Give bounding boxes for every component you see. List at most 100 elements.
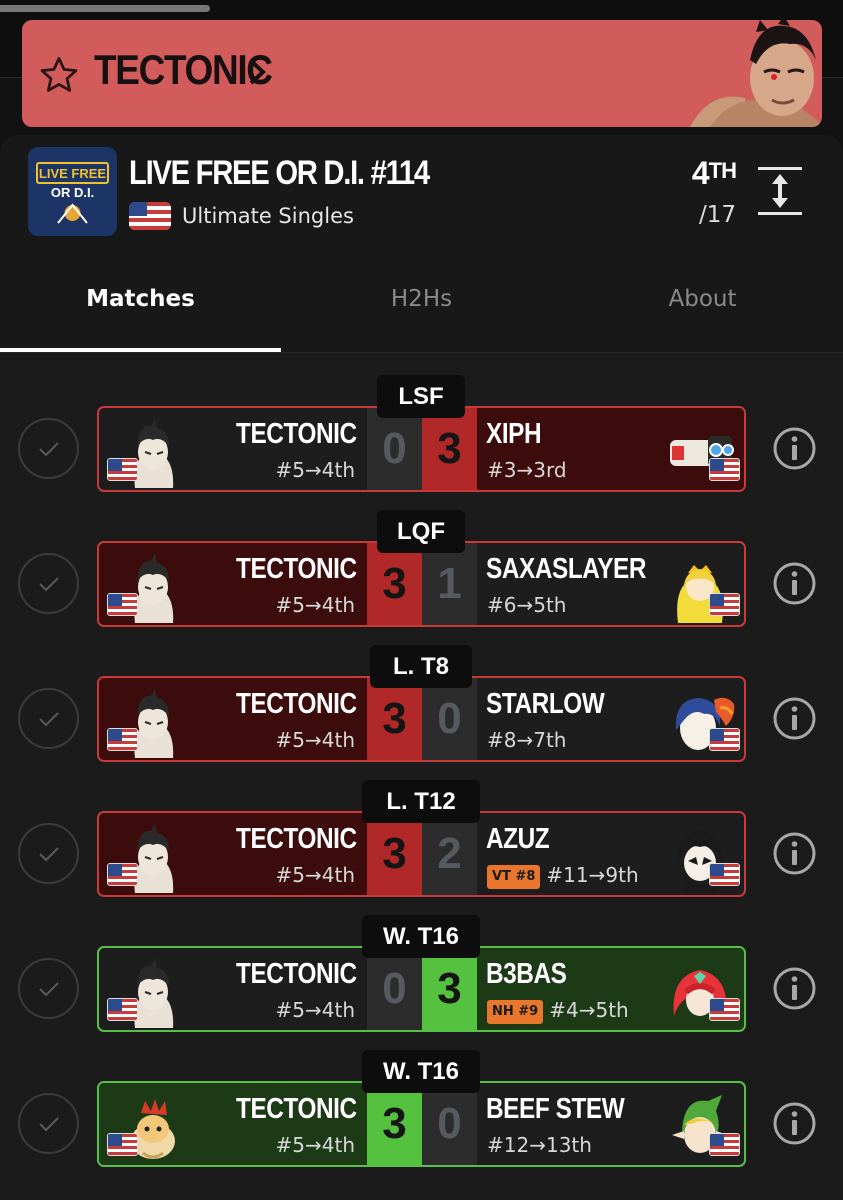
character-portrait bbox=[690, 20, 822, 127]
match-card[interactable]: TECTONIC #5→4th 0 3 XIPH #3→3rd bbox=[97, 406, 746, 492]
match-card[interactable]: TECTONIC #5→4th 3 2 AZUZ VT #8 #11→9th bbox=[97, 811, 746, 897]
match-card[interactable]: TECTONIC #5→4th 3 1 SAXASLAYER #6→5th bbox=[97, 541, 746, 627]
info-icon[interactable] bbox=[772, 561, 817, 606]
player-right: AZUZ VT #8 #11→9th bbox=[477, 813, 744, 895]
star-outline-icon[interactable] bbox=[38, 54, 80, 96]
expand-collapse-icon[interactable] bbox=[752, 162, 808, 220]
info-icon[interactable] bbox=[772, 426, 817, 471]
score-left: 3 bbox=[367, 678, 422, 760]
player-left: TECTONIC #5→4th bbox=[99, 543, 367, 625]
player-left: TECTONIC #5→4th bbox=[99, 1083, 367, 1165]
score-left: 3 bbox=[367, 1083, 422, 1165]
score-right: 2 bbox=[422, 813, 477, 895]
match-row[interactable]: TECTONIC #5→4th 3 1 SAXASLAYER #6→5th LQF bbox=[0, 508, 843, 643]
logo-text-top: LIVE FREE bbox=[39, 166, 107, 181]
opponent-seed: #12→13th bbox=[487, 1133, 592, 1157]
check-icon[interactable] bbox=[18, 688, 79, 749]
us-flag-icon bbox=[709, 728, 740, 751]
round-label: L. T8 bbox=[370, 645, 472, 688]
player-name[interactable]: TECTONIC bbox=[236, 1093, 357, 1126]
logo-text-bottom: OR D.I. bbox=[51, 185, 94, 200]
player-right: SAXASLAYER #6→5th bbox=[477, 543, 744, 625]
info-icon[interactable] bbox=[772, 831, 817, 876]
check-icon[interactable] bbox=[18, 823, 79, 884]
info-icon[interactable] bbox=[772, 1101, 817, 1146]
match-row[interactable]: TECTONIC #5→4th 0 3 B3BAS NH #9 #4→5th W. T16 bbox=[0, 913, 843, 1048]
player-seed: #5→4th bbox=[275, 593, 355, 617]
player-name[interactable]: TECTONIC bbox=[236, 553, 357, 586]
info-icon[interactable] bbox=[772, 696, 817, 741]
us-flag-icon bbox=[107, 998, 138, 1021]
opponent-name[interactable]: BEEF STEW bbox=[486, 1093, 625, 1126]
score-left: 3 bbox=[367, 813, 422, 895]
opponent-name[interactable]: XIPH bbox=[486, 418, 542, 451]
opponent-name[interactable]: SAXASLAYER bbox=[486, 553, 646, 586]
match-card[interactable]: TECTONIC #5→4th 3 0 STARLOW #8→7th bbox=[97, 676, 746, 762]
us-flag-icon bbox=[107, 728, 138, 751]
score-right: 3 bbox=[422, 408, 477, 490]
info-icon[interactable] bbox=[772, 966, 817, 1011]
us-flag-icon bbox=[709, 998, 740, 1021]
player-name[interactable]: TECTONIC bbox=[236, 823, 357, 856]
us-flag-icon bbox=[709, 1133, 740, 1156]
player-seed: #5→4th bbox=[275, 863, 355, 887]
placing: 4TH bbox=[691, 155, 737, 191]
tournament-logo: LIVE FREE OR D.I. bbox=[28, 147, 117, 236]
check-icon[interactable] bbox=[18, 418, 79, 479]
tab-matches[interactable]: Matches bbox=[0, 286, 281, 312]
us-flag-icon bbox=[709, 863, 740, 886]
check-icon[interactable] bbox=[18, 1093, 79, 1154]
round-label: W. T16 bbox=[362, 915, 480, 958]
score-right: 0 bbox=[422, 1083, 477, 1165]
score-right: 1 bbox=[422, 543, 477, 625]
tab-h2hs[interactable]: H2Hs bbox=[281, 286, 562, 312]
match-row[interactable]: TECTONIC #5→4th 3 0 STARLOW #8→7th L. T8 bbox=[0, 643, 843, 778]
player-left: TECTONIC #5→4th bbox=[99, 408, 367, 490]
player-left: TECTONIC #5→4th bbox=[99, 948, 367, 1030]
opponent-seed: #8→7th bbox=[487, 728, 567, 752]
player-seed: #5→4th bbox=[275, 458, 355, 482]
round-label: L. T12 bbox=[362, 780, 480, 823]
match-row[interactable]: TECTONIC #5→4th 0 3 XIPH #3→3rd LSF bbox=[0, 373, 843, 508]
player-banner[interactable]: TECTONIC bbox=[22, 20, 822, 127]
match-card[interactable]: TECTONIC #5→4th 0 3 B3BAS NH #9 #4→5th bbox=[97, 946, 746, 1032]
check-icon[interactable] bbox=[18, 958, 79, 1019]
opponent-name[interactable]: AZUZ bbox=[486, 823, 550, 856]
player-name[interactable]: TECTONIC bbox=[236, 418, 357, 451]
player-name[interactable]: TECTONIC bbox=[236, 958, 357, 991]
score-left: 0 bbox=[367, 948, 422, 1030]
player-right: XIPH #3→3rd bbox=[477, 408, 744, 490]
us-flag-icon bbox=[709, 458, 740, 481]
round-label: LQF bbox=[377, 510, 465, 553]
player-seed: #5→4th bbox=[275, 728, 355, 752]
round-label: W. T16 bbox=[362, 1050, 480, 1093]
opponent-name[interactable]: B3BAS bbox=[486, 958, 567, 991]
score-left: 3 bbox=[367, 543, 422, 625]
score-right: 3 bbox=[422, 948, 477, 1030]
opponent-seed: #3→3rd bbox=[487, 458, 567, 482]
round-label: LSF bbox=[377, 375, 465, 418]
tournament-name[interactable]: LIVE FREE OR D.I. #114 bbox=[129, 154, 430, 193]
chevron-right-icon bbox=[249, 59, 266, 85]
entrant-count: /17 bbox=[698, 202, 736, 228]
tab-about[interactable]: About bbox=[562, 286, 843, 312]
us-flag-icon bbox=[107, 458, 138, 481]
us-flag-icon bbox=[107, 1133, 138, 1156]
player-right: STARLOW #8→7th bbox=[477, 678, 744, 760]
check-icon[interactable] bbox=[18, 553, 79, 614]
opponent-name[interactable]: STARLOW bbox=[486, 688, 605, 721]
opponent-seed: NH #9 #4→5th bbox=[487, 998, 629, 1024]
match-row[interactable]: TECTONIC #5→4th 3 2 AZUZ VT #8 #11→9th L. T12 bbox=[0, 778, 843, 913]
player-name[interactable]: TECTONIC bbox=[236, 688, 357, 721]
rank-tag: NH #9 bbox=[487, 1000, 544, 1024]
tab-bar: Matches H2Hs About bbox=[0, 270, 843, 352]
us-flag-icon bbox=[107, 863, 138, 886]
score-right: 0 bbox=[422, 678, 477, 760]
us-flag-icon bbox=[107, 593, 138, 616]
match-card[interactable]: TECTONIC #5→4th 3 0 BEEF STEW #12→13th bbox=[97, 1081, 746, 1167]
match-row[interactable]: TECTONIC #5→4th 3 0 BEEF STEW #12→13th W. T16 bbox=[0, 1048, 843, 1183]
us-flag-icon bbox=[709, 593, 740, 616]
opponent-seed: VT #8 #11→9th bbox=[487, 863, 639, 889]
player-right: BEEF STEW #12→13th bbox=[477, 1083, 744, 1165]
opponent-seed: #6→5th bbox=[487, 593, 567, 617]
